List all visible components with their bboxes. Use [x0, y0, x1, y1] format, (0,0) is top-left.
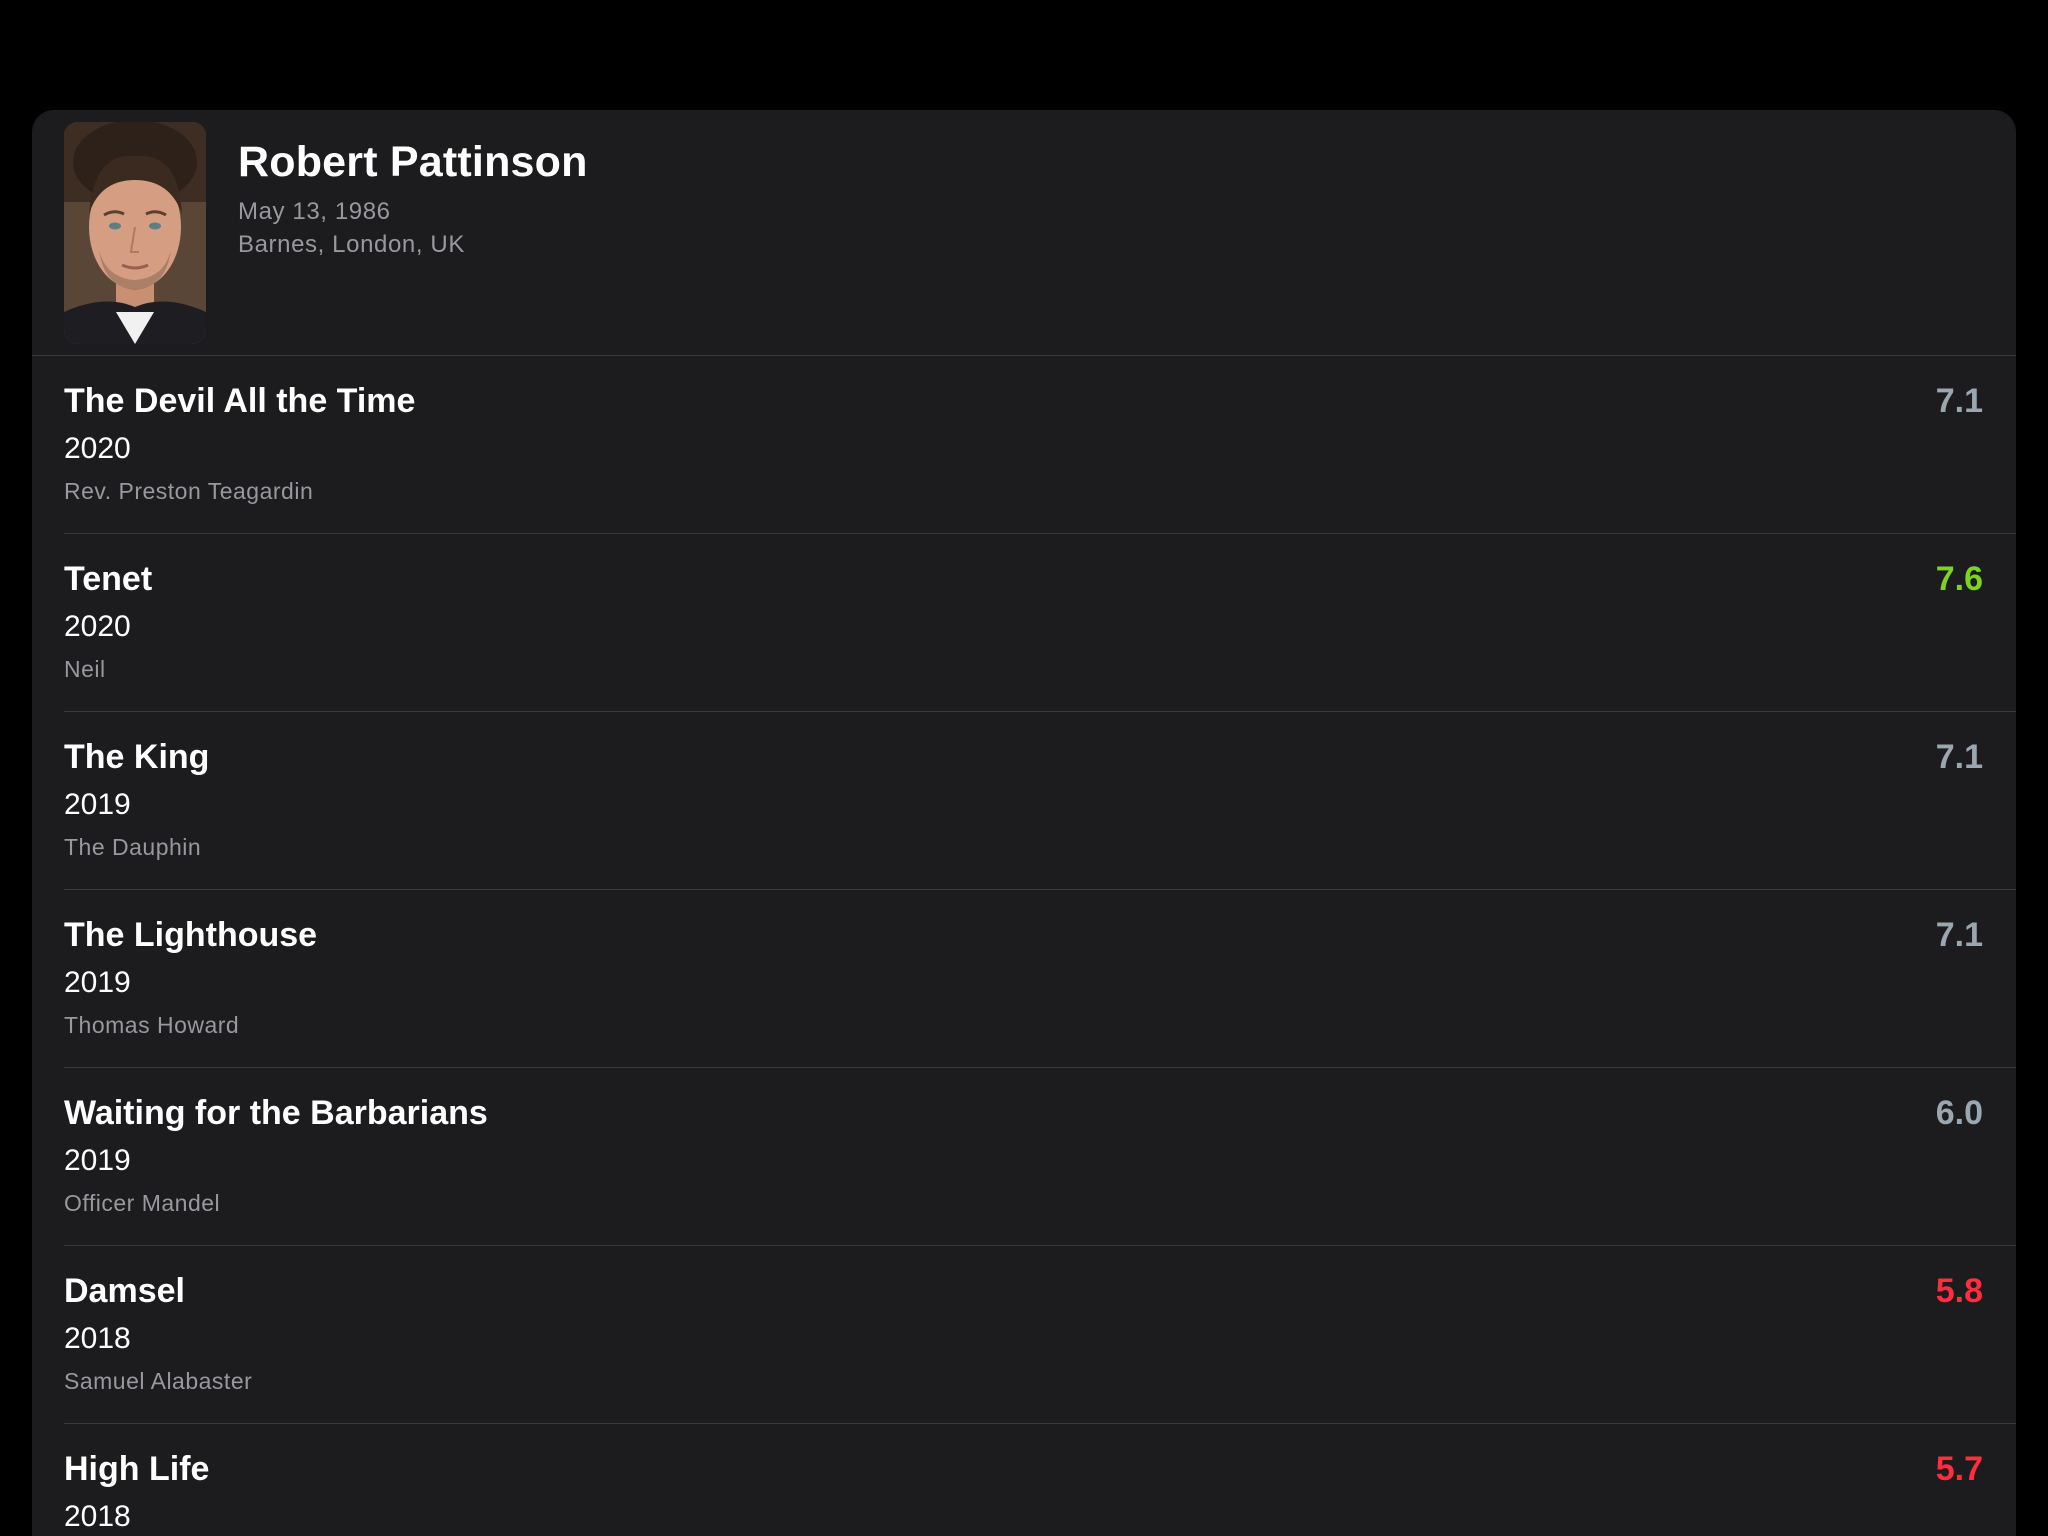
- credit-rating: 5.7: [1935, 1450, 1983, 1488]
- credits-list: The Devil All the Time 2020 Rev. Preston…: [32, 356, 2016, 1536]
- credit-role: Thomas Howard: [64, 1012, 240, 1038]
- credit-title: High Life: [64, 1450, 210, 1488]
- person-header: Robert Pattinson May 13, 1986 Barnes, Lo…: [32, 110, 2016, 356]
- credit-year: 2019: [64, 788, 131, 821]
- credit-rating: 5.8: [1935, 1272, 1983, 1310]
- credit-year: 2018: [64, 1500, 131, 1533]
- credit-rating: 7.1: [1935, 916, 1983, 954]
- person-name: Robert Pattinson: [238, 138, 588, 186]
- credit-role: Samuel Alabaster: [64, 1368, 253, 1394]
- credit-title: The King: [64, 738, 210, 776]
- credit-year: 2019: [64, 966, 131, 999]
- person-birth-date: May 13, 1986: [238, 198, 391, 225]
- credit-row[interactable]: The Lighthouse 2019 Thomas Howard 7.1: [32, 890, 2016, 1068]
- credit-title: The Devil All the Time: [64, 382, 416, 420]
- credit-row[interactable]: The King 2019 The Dauphin 7.1: [32, 712, 2016, 890]
- person-portrait: [64, 122, 206, 344]
- credit-row[interactable]: High Life 2018 5.7: [32, 1424, 2016, 1536]
- credit-year: 2020: [64, 432, 131, 465]
- credit-rating: 7.6: [1935, 560, 1983, 598]
- credit-rating: 6.0: [1935, 1094, 1983, 1132]
- credit-role: Rev. Preston Teagardin: [64, 478, 314, 504]
- credit-title: Tenet: [64, 560, 153, 598]
- credit-year: 2019: [64, 1144, 131, 1177]
- person-birth-place: Barnes, London, UK: [238, 231, 465, 258]
- credit-year: 2020: [64, 610, 131, 643]
- credit-title: Damsel: [64, 1272, 185, 1310]
- credit-rating: 7.1: [1935, 382, 1983, 420]
- credit-row[interactable]: The Devil All the Time 2020 Rev. Preston…: [32, 356, 2016, 534]
- credit-row[interactable]: Damsel 2018 Samuel Alabaster 5.8: [32, 1246, 2016, 1424]
- credit-rating: 7.1: [1935, 738, 1983, 776]
- credit-row[interactable]: Tenet 2020 Neil 7.6: [32, 534, 2016, 712]
- credit-role: Neil: [64, 656, 106, 682]
- credit-role: Officer Mandel: [64, 1190, 221, 1216]
- person-detail-panel: Robert Pattinson May 13, 1986 Barnes, Lo…: [32, 110, 2016, 1536]
- portrait-image: [64, 122, 206, 344]
- credit-title: Waiting for the Barbarians: [64, 1094, 488, 1132]
- credit-year: 2018: [64, 1322, 131, 1355]
- credit-role: The Dauphin: [64, 834, 202, 860]
- credit-row[interactable]: Waiting for the Barbarians 2019 Officer …: [32, 1068, 2016, 1246]
- credit-title: The Lighthouse: [64, 916, 318, 954]
